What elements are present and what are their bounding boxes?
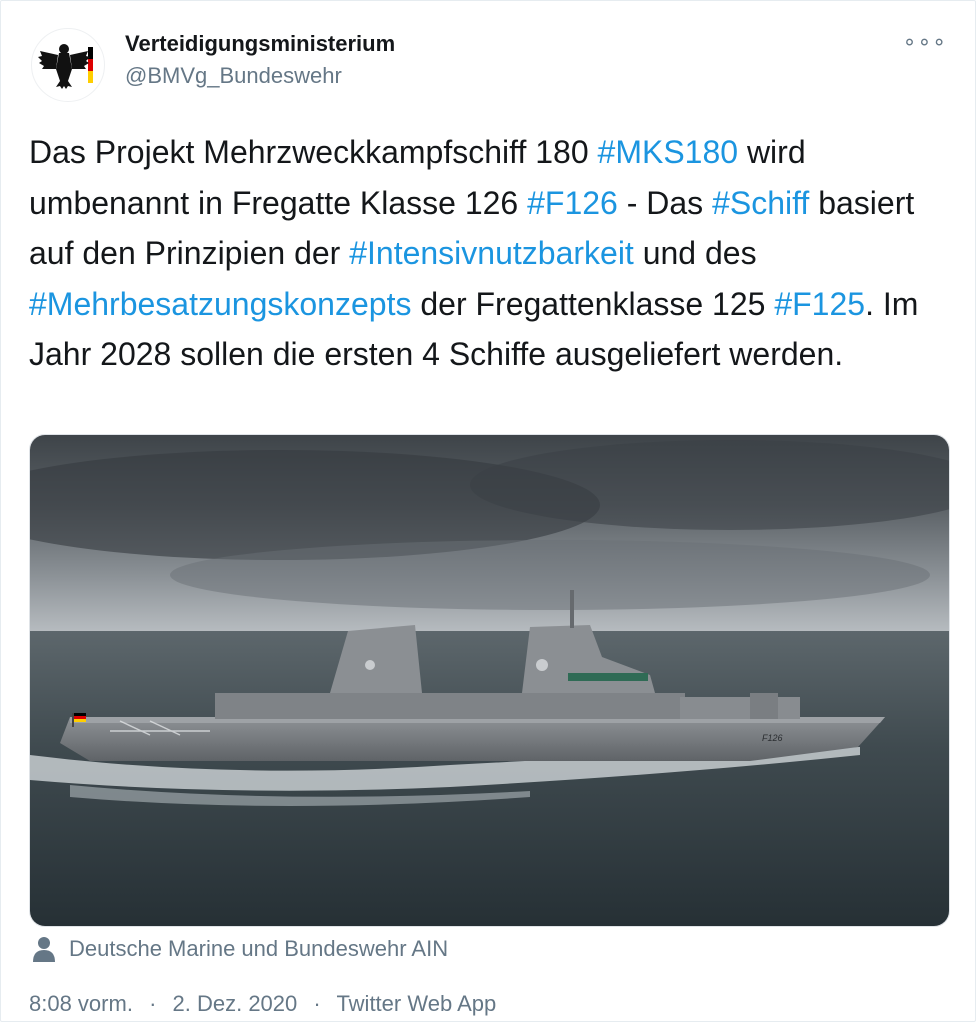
hashtag-link[interactable]: #Intensivnutzbarkeit — [349, 235, 634, 271]
account-avatar[interactable] — [31, 28, 105, 102]
tweet-source[interactable]: Twitter Web App — [336, 991, 496, 1016]
hashtag-link[interactable]: #Schiff — [712, 185, 809, 221]
frigate-photo: F126 — [30, 435, 949, 926]
tweet-text: Das Projekt Mehrzweckkampfschiff 180 #MK… — [29, 127, 939, 380]
display-name[interactable]: Verteidigungsministerium — [125, 31, 395, 57]
tweet-date[interactable]: 2. Dez. 2020 — [173, 991, 298, 1016]
separator: · — [149, 991, 157, 1016]
photo-credit-text: Deutsche Marine und Bundeswehr AIN — [69, 936, 449, 961]
account-handle[interactable]: @BMVg_Bundeswehr — [125, 63, 342, 89]
hashtag-link[interactable]: #Mehrbesatzungskonzepts — [29, 286, 411, 322]
tweet-text-segment: der Fregattenklasse 125 — [411, 285, 775, 322]
tweet-card: Verteidigungsministerium @BMVg_Bundesweh… — [0, 0, 976, 1022]
person-icon — [33, 937, 55, 962]
tweet-text-segment: und des — [633, 235, 757, 271]
photo-credit[interactable]: Deutsche Marine und Bundeswehr AIN — [33, 936, 448, 962]
tweet-text-segment: - Das — [617, 184, 713, 221]
more-options-icon[interactable]: ∘∘∘ — [903, 31, 947, 53]
hull-marking: F126 — [762, 733, 783, 743]
federal-eagle-icon — [38, 44, 93, 89]
hashtag-link[interactable]: #F125 — [774, 286, 865, 322]
tweet-metadata: 8:08 vorm. · 2. Dez. 2020 · Twitter Web … — [29, 991, 496, 1017]
tweet-text-segment: Das Projekt Mehrzweckkampfschiff 180 — [29, 134, 598, 170]
hashtag-link[interactable]: #F126 — [527, 185, 618, 221]
tweet-image[interactable]: F126 — [29, 434, 950, 927]
separator: · — [313, 991, 321, 1016]
hashtag-link[interactable]: #MKS180 — [598, 134, 739, 170]
tweet-timestamp[interactable]: 8:08 vorm. — [29, 991, 133, 1016]
